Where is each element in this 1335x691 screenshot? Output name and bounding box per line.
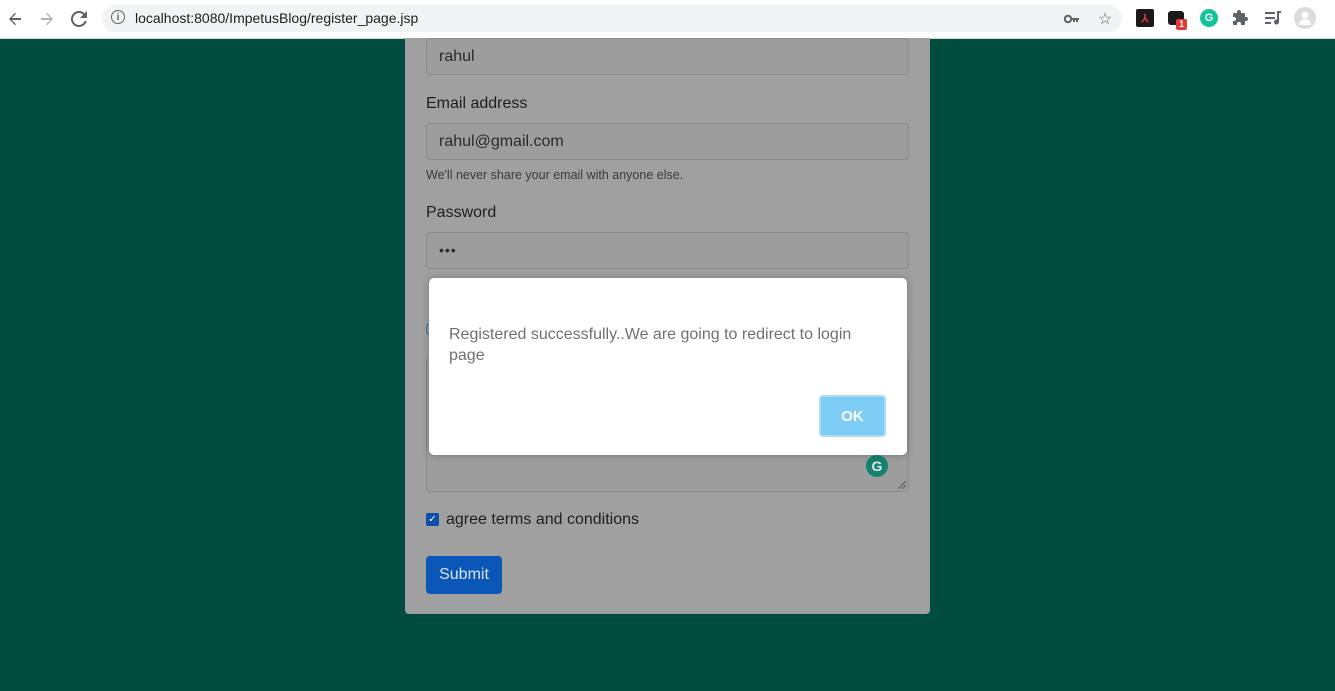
browser-toolbar: i localhost:8080/ImpetusBlog/register_pa… [0,0,1335,39]
password-label: Password [426,204,497,221]
resize-handle-icon[interactable] [898,481,906,489]
puzzle-extensions-icon[interactable] [1232,9,1250,27]
extension-badge: 1 [1176,19,1188,30]
pdf-extension-icon[interactable]: ⅄ [1136,9,1154,27]
url-text: localhost:8080/ImpetusBlog/register_page… [135,10,419,26]
site-info-icon[interactable]: i [111,10,125,24]
media-playlist-icon[interactable] [1264,9,1282,27]
key-icon[interactable] [1062,9,1082,29]
terms-checkbox[interactable]: ✓ [426,513,439,526]
ok-button[interactable]: OK [819,395,886,437]
name-field[interactable]: rahul [426,38,909,75]
extension-icon[interactable]: 1 [1168,11,1188,30]
grammarly-icon[interactable]: G [866,455,888,477]
dialog-message: Registered successfully..We are going to… [449,326,852,364]
forward-arrow-icon[interactable] [36,8,58,30]
reload-icon[interactable] [68,8,90,30]
submit-button[interactable]: Submit [426,556,502,594]
terms-label: agree terms and conditions [446,511,639,528]
password-field[interactable]: ••• [426,232,909,269]
address-bar[interactable]: i localhost:8080/ImpetusBlog/register_pa… [102,5,1122,32]
email-field[interactable]: rahul@gmail.com [426,123,909,160]
profile-avatar-icon[interactable] [1294,7,1316,29]
email-help-text: We'll never share your email with anyone… [426,168,684,182]
success-dialog: Registered successfully..We are going to… [429,278,907,455]
back-arrow-icon[interactable] [4,8,26,30]
bookmark-star-icon[interactable]: ☆ [1095,9,1115,29]
email-label: Email address [426,95,528,112]
grammarly-extension-icon[interactable]: G [1200,9,1218,27]
